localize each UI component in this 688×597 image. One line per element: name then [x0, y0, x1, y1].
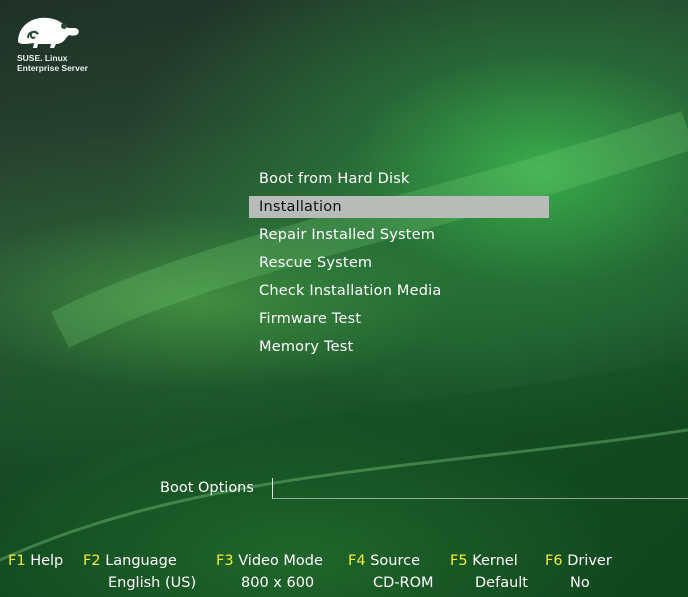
fkey-value: 800 x 600	[241, 575, 315, 591]
logo-line-2: Enterprise Server	[17, 63, 88, 73]
logo-line-1: SUSE. Linux	[17, 53, 68, 63]
fkey-kernel[interactable]: F5 Kernel Default	[450, 551, 528, 591]
menu-item-memory-test[interactable]: Memory Test	[249, 336, 549, 358]
fkey-key: F1	[8, 553, 26, 569]
menu-item-boot-hard-disk[interactable]: Boot from Hard Disk	[249, 168, 549, 190]
fkey-key: F3	[216, 553, 234, 569]
menu-item-repair-system[interactable]: Repair Installed System	[249, 224, 549, 246]
suse-chameleon-icon	[18, 17, 79, 48]
fkey-video-mode[interactable]: F3 Video Mode 800 x 600	[216, 551, 323, 591]
fkey-name: Driver	[567, 553, 612, 569]
fkey-value: No	[570, 575, 590, 591]
fkey-value: English (US)	[108, 575, 197, 591]
fkey-key: F6	[545, 553, 563, 569]
function-key-bar: F1 Help F2 Language English (US) F3 Vide…	[0, 551, 688, 597]
fkey-value: Default	[475, 575, 528, 591]
menu-item-installation[interactable]: Installation	[249, 196, 549, 218]
fkey-name: Kernel	[472, 553, 518, 569]
fkey-key: F5	[450, 553, 468, 569]
fkey-name: Video Mode	[238, 553, 323, 569]
menu-item-firmware-test[interactable]: Firmware Test	[249, 308, 549, 330]
fkey-driver[interactable]: F6 Driver No	[545, 551, 612, 591]
fkey-help[interactable]: F1 Help	[8, 551, 63, 571]
boot-options-input[interactable]	[272, 478, 688, 499]
boot-menu: Boot from Hard Disk Installation Repair …	[249, 168, 549, 364]
fkey-name: Source	[370, 553, 420, 569]
fkey-source[interactable]: F4 Source CD-ROM	[348, 551, 434, 591]
fkey-name: Help	[30, 553, 64, 569]
fkey-language[interactable]: F2 Language English (US)	[83, 551, 196, 591]
fkey-key: F2	[83, 553, 101, 569]
fkey-value: CD-ROM	[373, 575, 434, 591]
menu-item-rescue-system[interactable]: Rescue System	[249, 252, 549, 274]
fkey-name: Language	[105, 553, 177, 569]
boot-options-label: Boot Options	[160, 480, 254, 496]
product-logo-text: SUSE. Linux Enterprise Server	[17, 53, 88, 73]
menu-item-check-media[interactable]: Check Installation Media	[249, 280, 549, 302]
fkey-key: F4	[348, 553, 366, 569]
